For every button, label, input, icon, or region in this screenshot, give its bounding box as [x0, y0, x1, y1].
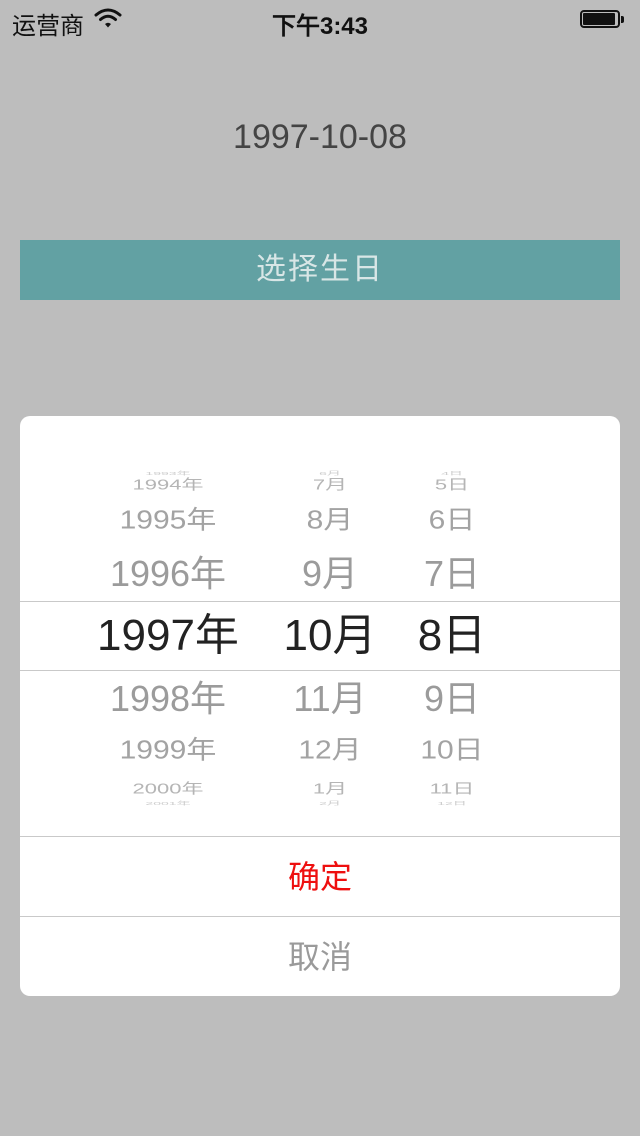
- confirm-button[interactable]: 确定: [20, 836, 620, 916]
- day-option[interactable]: 5日: [352, 469, 552, 502]
- status-time: 下午3:43: [271, 13, 369, 40]
- date-picker[interactable]: 1993年 1994年 1995年 1996年 1997年 1998年 1999…: [20, 416, 620, 836]
- day-option[interactable]: 9日: [352, 674, 552, 724]
- date-picker-sheet: 1993年 1994年 1995年 1996年 1997年 1998年 1999…: [20, 416, 620, 996]
- selection-top-line: [20, 601, 620, 602]
- day-option[interactable]: 12日: [352, 794, 552, 812]
- choose-birthday-button[interactable]: 选择生日: [20, 240, 620, 300]
- day-option[interactable]: 10日: [352, 730, 552, 773]
- day-option[interactable]: 6日: [352, 500, 552, 543]
- cancel-button[interactable]: 取消: [20, 916, 620, 996]
- day-option-selected[interactable]: 8日: [352, 611, 552, 661]
- selected-date-label: 1997-10-08: [233, 118, 407, 156]
- day-option[interactable]: 7日: [352, 549, 552, 599]
- status-bar: 运营商 下午3:43: [0, 0, 640, 40]
- battery-icon: [580, 10, 626, 30]
- selection-bottom-line: [20, 670, 620, 671]
